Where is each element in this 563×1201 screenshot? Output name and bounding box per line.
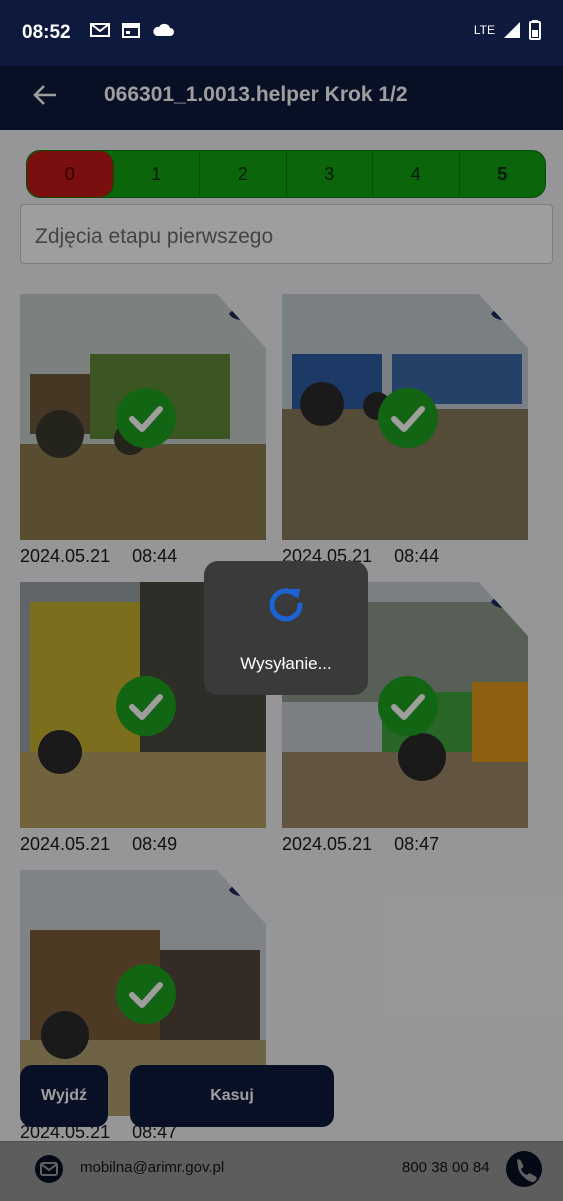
gmail-icon bbox=[90, 23, 110, 37]
signal-icon bbox=[504, 22, 520, 38]
status-time: 08:52 bbox=[22, 22, 71, 43]
notification-icons bbox=[90, 22, 174, 38]
refresh-spinner-icon bbox=[269, 588, 303, 622]
system-icons: LTE bbox=[474, 20, 541, 40]
battery-icon bbox=[529, 20, 541, 40]
cloud-icon bbox=[153, 23, 174, 36]
network-type: LTE bbox=[473, 23, 495, 37]
upload-status-text: Wysyłanie... bbox=[240, 654, 332, 673]
status-bar: 08:52 LTE bbox=[0, 0, 563, 66]
upload-progress-dialog: Wysyłanie... bbox=[204, 561, 368, 695]
calendar-icon bbox=[122, 23, 140, 38]
